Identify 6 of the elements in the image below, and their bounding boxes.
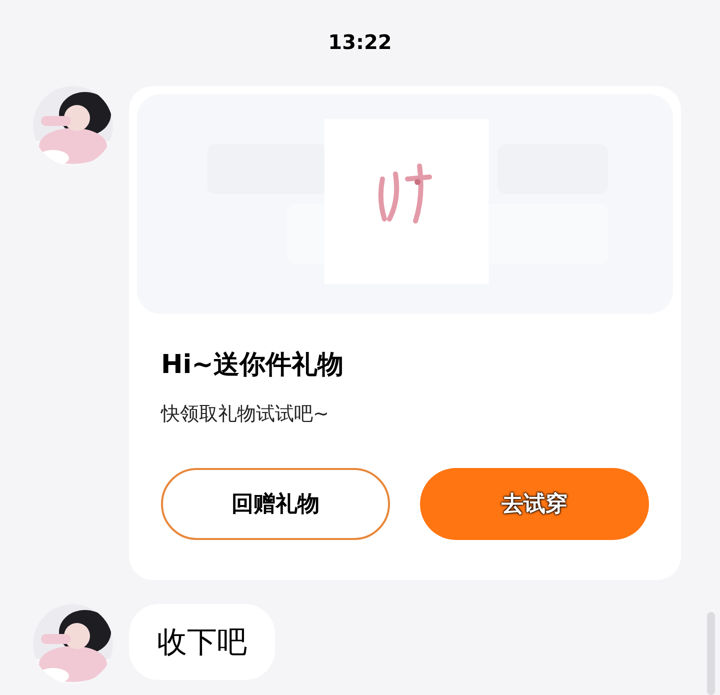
timestamp: 13:22	[328, 30, 392, 54]
scrollbar[interactable]	[707, 612, 715, 695]
gift-description: 快领取礼物试试吧~	[161, 402, 330, 427]
message-bubble: 收下吧	[129, 604, 275, 680]
gift-title: Hi~送你件礼物	[161, 349, 344, 382]
return-gift-button[interactable]: 回赠礼物	[161, 468, 390, 540]
